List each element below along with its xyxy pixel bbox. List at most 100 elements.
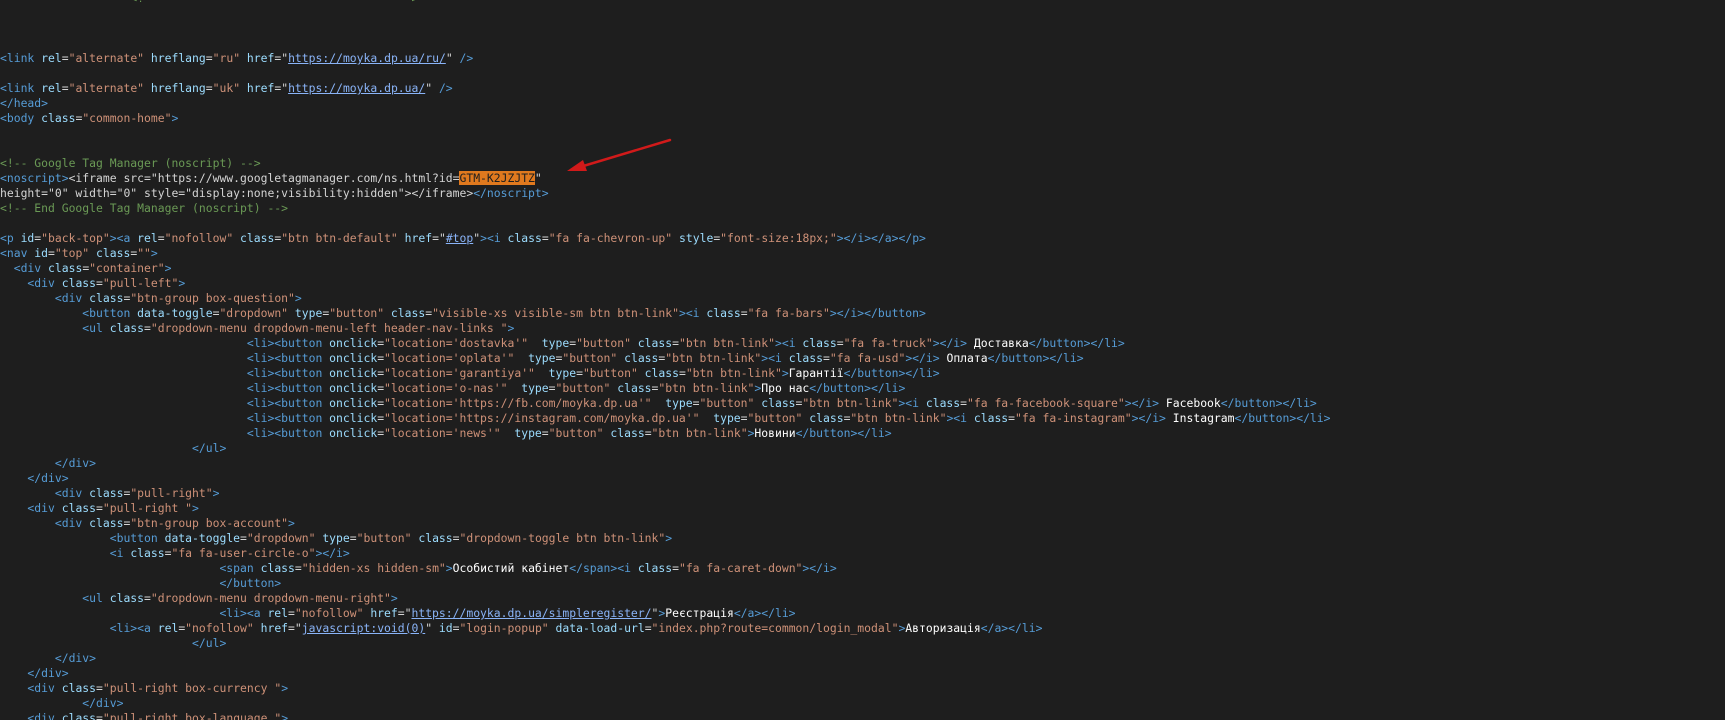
code-link[interactable]: https://moyka.dp.ua/ <box>288 81 425 95</box>
code-token-tag: <li><button <box>0 411 330 425</box>
code-token-string: "" <box>137 246 151 260</box>
code-token-tag: > <box>192 501 199 515</box>
code-token-attribute: data-toggle <box>164 531 241 545</box>
code-token-string: "fa fa-bars" <box>747 306 830 320</box>
code-token-attribute: class <box>802 336 837 350</box>
code-line: <button data-toggle="dropdown" type="but… <box>0 531 1725 546</box>
code-token-string: "btn btn-default" <box>281 231 398 245</box>
code-token-attribute: class <box>788 351 824 365</box>
code-token-plain: = <box>541 231 549 245</box>
code-token-tag: ></i> <box>905 351 940 365</box>
code-token-text: Facebook <box>1159 396 1221 410</box>
code-token-tag: <li><a <box>0 621 158 635</box>
code-token-string: "fa fa-usd" <box>829 351 906 365</box>
code-token-plain: = <box>144 321 151 335</box>
code-token-tag: ><i <box>761 351 789 365</box>
code-link[interactable]: javascript:void(0) <box>302 621 425 635</box>
code-token-attribute: class <box>89 486 124 500</box>
code-token-attribute: class <box>637 561 673 575</box>
code-token-attribute: type <box>514 351 556 365</box>
code-token-tag: > <box>445 561 453 575</box>
code-token-tag: <li><button <box>0 381 330 395</box>
code-token-attribute: type <box>507 381 549 395</box>
code-token-plain: = <box>836 336 844 350</box>
code-token-tag: <div <box>0 681 62 695</box>
code-line: <nav id="top" class=""> <box>0 246 1725 261</box>
code-line: <div class="container"> <box>0 261 1725 276</box>
code-line: </ul> <box>0 636 1725 651</box>
code-token-tag: </ul> <box>0 636 227 650</box>
code-token-text: Особистий кабінет <box>452 561 570 575</box>
code-token-attribute: href <box>240 51 275 65</box>
code-token-tag: ><i <box>480 231 508 245</box>
code-token-attribute: type <box>699 411 741 425</box>
code-token-string: "nofollow" <box>185 621 254 635</box>
code-token-string: "btn btn-link" <box>678 336 775 350</box>
code-token-tag: > <box>164 261 172 275</box>
code-token-string: "location='oplata'" <box>384 351 515 365</box>
code-token-string: "back-top" <box>41 231 110 245</box>
code-line: <i class="fa fa-user-circle-o"></i> <box>0 546 1725 561</box>
code-token-plain: =" <box>397 606 412 620</box>
code-token-attribute: class <box>630 336 673 350</box>
code-token-plain: = <box>823 351 830 365</box>
code-token-tag: <div <box>0 516 90 530</box>
code-line: <!-- Google Tag Manager (noscript) --> <box>0 156 1725 171</box>
code-token-text: Оплата <box>939 351 988 365</box>
code-token-plain: = <box>678 366 686 380</box>
code-token-attribute: class <box>109 321 145 335</box>
code-token-string: "btn btn-link" <box>850 411 947 425</box>
code-token-string: "dropdown-menu dropdown-menu-left header… <box>150 321 508 335</box>
code-token-string: "btn-group box-question" <box>130 291 295 305</box>
code-token-attribute: href <box>253 621 289 635</box>
code-token-tag: <div <box>0 711 62 720</box>
code-link[interactable]: https://moyka.dp.ua/ru/ <box>288 51 446 65</box>
code-token-plain: " <box>534 171 542 185</box>
code-token-string: "dropdown-menu dropdown-menu-right" <box>150 591 391 605</box>
code-token-plain: = <box>644 621 652 635</box>
code-token-string: "btn btn-link" <box>685 366 782 380</box>
code-token-plain: = <box>96 711 103 720</box>
code-token-string: "btn-group box-account" <box>130 516 289 530</box>
code-token-plain: = <box>672 336 679 350</box>
code-token-tag: </button></li> <box>809 381 906 395</box>
code-token-tag: <li><button <box>0 366 330 380</box>
code-token-plain: = <box>96 276 103 290</box>
code-token-tag: <span <box>0 561 261 575</box>
code-token-string: "fa fa-chevron-up" <box>548 231 673 245</box>
code-line: </div> <box>0 651 1725 666</box>
highlighted-gtm-id: GTM-K2JZJTZ <box>459 171 535 185</box>
code-link[interactable]: #top <box>446 231 473 245</box>
code-token-plain: <iframe src="https://www.googletagmanage… <box>68 171 460 185</box>
code-token-tag: ></i> <box>932 336 968 350</box>
code-token-tag: </ul> <box>0 441 227 455</box>
code-token-string: "button" <box>699 396 755 410</box>
code-token-plain: = <box>144 591 151 605</box>
code-token-plain: = <box>205 81 213 95</box>
code-token-attribute: onclick <box>329 351 378 365</box>
code-token-tag: </button></li> <box>1028 336 1125 350</box>
code-token-attribute: class <box>89 291 124 305</box>
code-token-attribute: class <box>925 396 961 410</box>
code-token-tag: <div <box>0 291 90 305</box>
code-token-plain: =" <box>288 621 302 635</box>
code-token-tag: ></i> <box>802 561 837 575</box>
code-token-tag: </div> <box>0 696 124 710</box>
code-token-string: "nofollow" <box>294 606 364 620</box>
code-line: <div class="pull-left"> <box>0 276 1725 291</box>
code-token-string: "font-size:18px;" <box>720 231 837 245</box>
code-token-tag: </div> <box>0 651 97 665</box>
code-line: <div class="btn-group box-question"> <box>0 291 1725 306</box>
code-token-string: "button" <box>548 426 604 440</box>
code-token-tag: ></i></a></p> <box>836 231 926 245</box>
code-token-attribute: class <box>61 276 97 290</box>
code-token-plain: height="0" width="0" style="display:none… <box>0 186 474 200</box>
code-token-string: "alternate" <box>68 81 145 95</box>
code-token-text: Гарантії <box>788 366 844 380</box>
code-token-tag: > <box>212 486 220 500</box>
code-line: </div> <box>0 696 1725 711</box>
code-token-string: "alternate" <box>68 51 145 65</box>
code-token-string: "button" <box>329 306 385 320</box>
code-link[interactable]: https://moyka.dp.ua/simpleregister/ <box>411 606 651 620</box>
